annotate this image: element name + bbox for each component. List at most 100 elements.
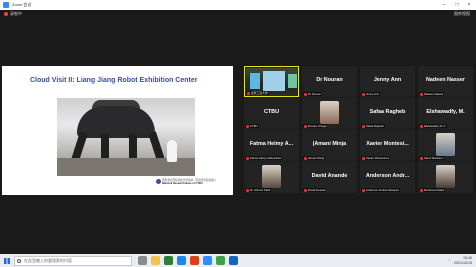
muted-mic-icon	[247, 91, 250, 95]
start-button[interactable]	[0, 254, 14, 267]
participant-label-text: Anderson Andres Mosquer	[366, 188, 400, 192]
participant-tile[interactable]: Jenny Ann Jenny Ann	[360, 66, 415, 97]
clock[interactable]: 15:40 2021/10/15	[454, 256, 472, 264]
file-explorer-icon[interactable]	[151, 256, 160, 265]
participant-tile[interactable]: Samir Eisasser	[418, 130, 473, 161]
participant-label-text: Elshawadfy, M. A.	[424, 124, 447, 128]
logo-en: National Research Base of CTBU	[162, 182, 203, 186]
participant-tile[interactable]: CTBU CTBU	[244, 98, 299, 129]
participant-display-name: Anderson Andr...	[365, 173, 410, 179]
powerpoint-icon[interactable]	[190, 256, 199, 265]
muted-mic-icon	[304, 92, 307, 96]
participant-name-label: Fatma Helmy Abdelzaher	[245, 156, 283, 160]
participant-name-label: Elshawadfy, M. A.	[419, 124, 448, 128]
participant-tile[interactable]: Elshawadfy, M. Elshawadfy, M. A.	[418, 98, 473, 129]
muted-mic-icon	[420, 124, 423, 128]
participant-name-label: Safaa Ragheb	[361, 124, 385, 128]
muted-mic-icon	[304, 156, 307, 160]
participant-display-name: Xavier Montesi...	[366, 141, 409, 147]
robot-body-shape	[77, 106, 155, 138]
participant-name-label: Dr. Ahmed Saidi	[245, 188, 272, 192]
zoom-taskbar-icon[interactable]	[203, 256, 212, 265]
word-icon[interactable]	[229, 256, 238, 265]
participant-display-name: David Anande	[311, 173, 348, 179]
participant-display-name: |Amani Minja	[312, 141, 347, 147]
minimize-icon[interactable]: –	[438, 0, 450, 10]
slide-logo-text: 国家重庆国际科技合作基地 · 西南研究院机器人 National Researc…	[162, 179, 230, 186]
participant-label-text: Dr Nouran	[308, 92, 321, 96]
muted-mic-icon	[304, 124, 307, 128]
participant-tile[interactable]: Dr Nouran Dr Nouran	[302, 66, 357, 97]
participant-label-text: Jenny Ann	[366, 92, 380, 96]
participant-name-label: |Amani Minja	[303, 156, 326, 160]
participant-label-text: Safaa Ragheb	[366, 124, 384, 128]
recording-label[interactable]: 录制中	[10, 11, 22, 17]
close-icon[interactable]: ×	[463, 0, 475, 10]
slide-title: Cloud Visit II: Liang Jiang Robot Exhibi…	[30, 77, 198, 84]
edge-icon[interactable]	[177, 256, 186, 265]
muted-mic-icon	[420, 156, 423, 160]
muted-mic-icon	[246, 124, 249, 128]
zoom-logo-icon	[3, 2, 9, 8]
recording-dot-icon	[4, 11, 8, 16]
task-view-icon[interactable]	[138, 256, 147, 265]
participant-display-name: Nadeen Nasser	[426, 77, 465, 83]
participant-name-label: 重庆工商大学	[246, 91, 269, 95]
system-tray: ⌃ 15:40 2021/10/15	[448, 254, 472, 267]
participant-label-text: Renato Ortega	[308, 124, 327, 128]
wechat-icon[interactable]	[216, 256, 225, 265]
participant-name-label: Dr Nouran	[303, 92, 322, 96]
participant-name-label: Anderson Andres Mosquer	[361, 188, 401, 192]
muted-mic-icon	[420, 188, 423, 192]
search-icon	[17, 258, 21, 263]
participant-avatar	[320, 101, 339, 124]
participant-tile[interactable]: Xavier Montesi... Xavier Montesinos	[360, 130, 415, 161]
title-bar: Zoom 会议 – □ ×	[0, 0, 476, 10]
participant-tile[interactable]: Safaa Ragheb Safaa Ragheb	[360, 98, 415, 129]
participant-label-text: Mohamed Saad	[424, 188, 444, 192]
participant-tile[interactable]: Dr. Ahmed Saidi	[244, 162, 299, 193]
participant-name-label: Nadeen Nasser	[419, 92, 445, 96]
participant-tile[interactable]: Fatma Helmy A... Fatma Helmy Abdelzaher	[244, 130, 299, 161]
tray-up-icon[interactable]: ⌃	[448, 259, 451, 263]
muted-mic-icon	[362, 124, 365, 128]
ctbu-logo-icon	[156, 179, 161, 184]
participant-tile[interactable]: Mohamed Saad	[418, 162, 473, 193]
participant-display-name: Elshawadfy, M.	[426, 109, 465, 115]
participant-tile[interactable]: Anderson Andr... Anderson Andres Mosquer	[360, 162, 415, 193]
participant-tile[interactable]: 重庆工商大学	[244, 66, 299, 97]
participant-avatar	[436, 133, 455, 156]
search-placeholder: 在这里输入你要搜索的内容	[24, 257, 72, 263]
participant-tile[interactable]: Renato Ortega	[302, 98, 357, 129]
participant-avatar	[436, 165, 455, 188]
participant-name-label: Renato Ortega	[303, 124, 328, 128]
excel-icon[interactable]	[164, 256, 173, 265]
participant-label-text: |Amani Minja	[308, 156, 325, 160]
window-title: Zoom 会议	[12, 2, 32, 7]
windows-taskbar: 在这里输入你要搜索的内容 ⌃ 15:40 2021/10/15	[0, 254, 476, 267]
participant-name-label: David Anande	[303, 188, 327, 192]
gallery-view-button[interactable]: 图库视图	[454, 11, 470, 17]
video-screen-shape	[263, 71, 285, 91]
participant-display-name: Dr Nouran	[316, 77, 343, 83]
participant-name-label: Mohamed Saad	[419, 188, 445, 192]
muted-mic-icon	[246, 188, 249, 192]
muted-mic-icon	[304, 188, 307, 192]
muted-mic-icon	[362, 156, 365, 160]
participant-name-label: Samir Eisasser	[419, 156, 444, 160]
participant-tile[interactable]: David Anande David Anande	[302, 162, 357, 193]
taskbar-search-box[interactable]: 在这里输入你要搜索的内容	[14, 255, 132, 266]
participant-tile[interactable]: Nadeen Nasser Nadeen Nasser	[418, 66, 473, 97]
participant-label-text: CTBU	[250, 124, 258, 128]
participant-label-text: Nadeen Nasser	[424, 92, 444, 96]
clock-date: 2021/10/15	[454, 260, 472, 265]
participant-label-text: Xavier Montesinos	[366, 156, 390, 160]
maximize-icon[interactable]: □	[451, 0, 463, 10]
participant-name-label: Xavier Montesinos	[361, 156, 391, 160]
participant-label-text: Samir Eisasser	[424, 156, 443, 160]
participant-name-label: Jenny Ann	[361, 92, 381, 96]
zoom-window: Zoom 会议 – □ × 录制中 图库视图 Cloud Visit II: L…	[0, 0, 476, 254]
video-screen-shape	[250, 73, 260, 89]
participant-tile[interactable]: |Amani Minja |Amani Minja	[302, 130, 357, 161]
participant-name-label: CTBU	[245, 124, 259, 128]
